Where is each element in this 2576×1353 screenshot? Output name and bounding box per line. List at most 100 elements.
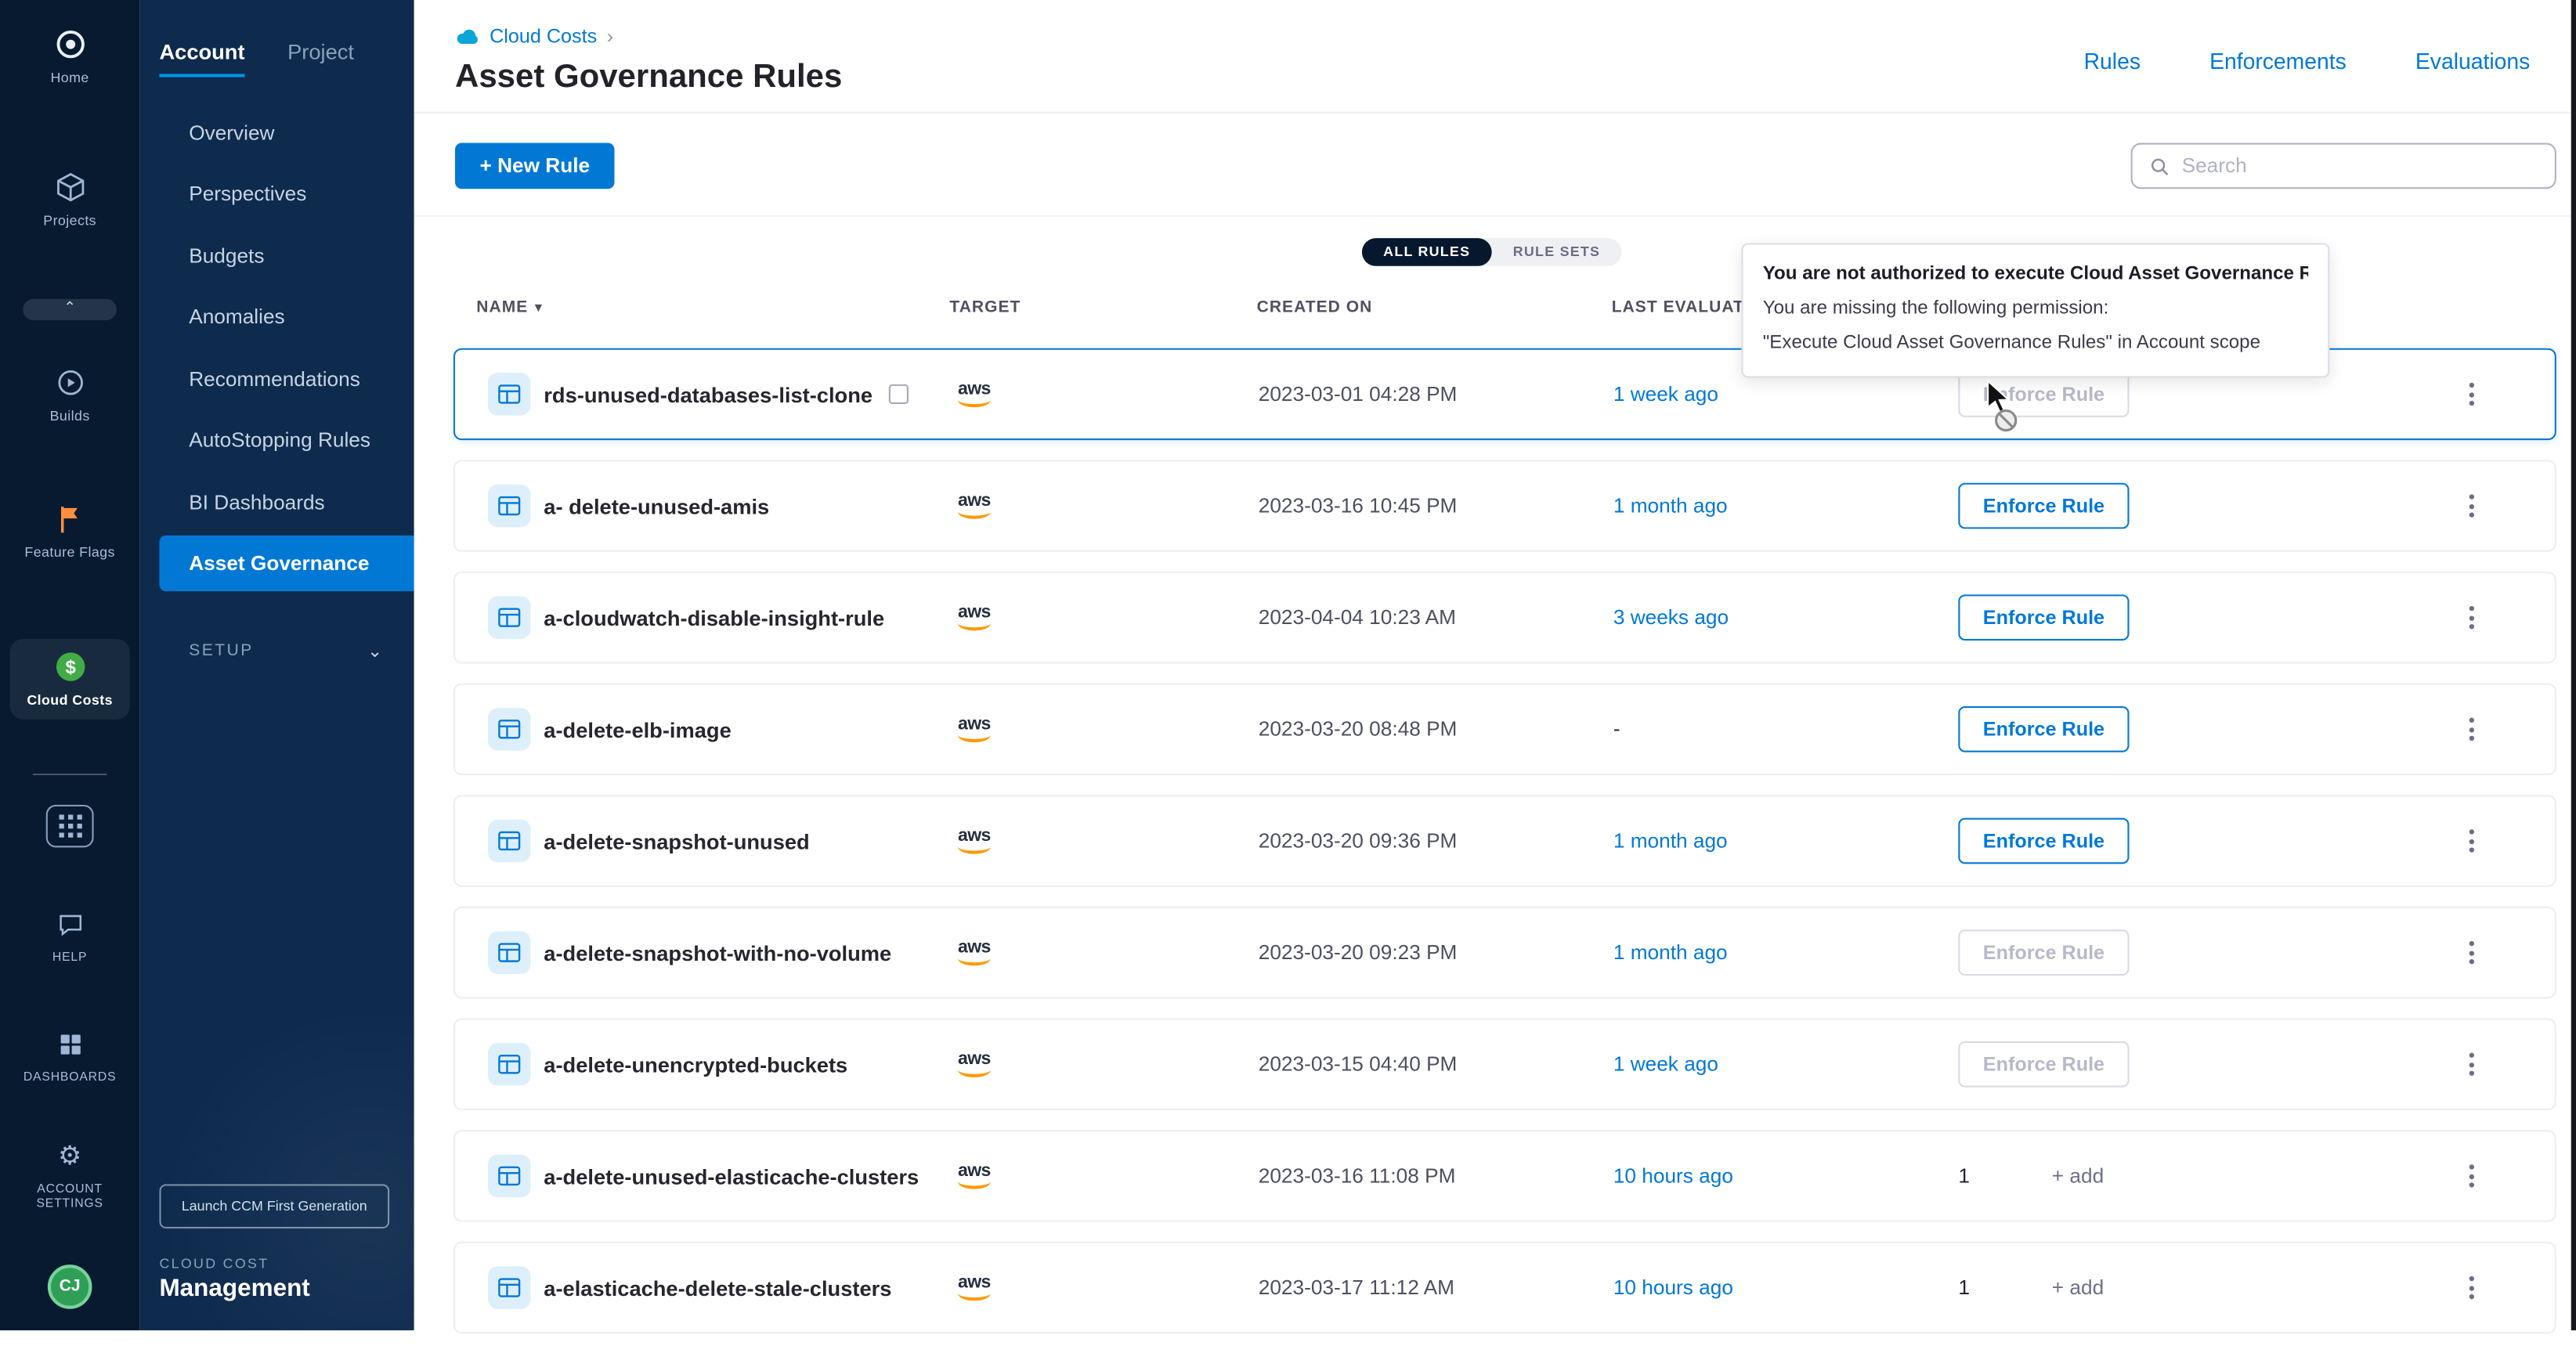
rule-name: a-delete-elb-image: [544, 717, 731, 741]
primary-sidebar: Home Projects ⌃ Builds Feature Flags $: [0, 0, 139, 1330]
sidebar-item-recommendations[interactable]: Recommendations: [139, 352, 414, 407]
aws-logo-icon: aws: [953, 1051, 996, 1077]
chevron-down-icon: ⌄: [367, 640, 385, 662]
rule-icon: [488, 1155, 531, 1198]
rule-icon: [488, 931, 531, 974]
header-nav-links: Rules Enforcements Evaluations: [2084, 49, 2531, 74]
sidebar-item-perspectives[interactable]: Perspectives: [139, 166, 414, 222]
sidebar-item-home[interactable]: Home: [0, 27, 139, 87]
launch-ccm-first-gen-button[interactable]: Launch CCM First Generation: [159, 1184, 389, 1229]
enforce-rule-button[interactable]: Enforce Rule: [1958, 1041, 2129, 1088]
created-on: 2023-03-15 04:40 PM: [1259, 1053, 1613, 1076]
tab-account[interactable]: Account: [159, 39, 244, 77]
kebab-menu[interactable]: [2402, 1164, 2555, 1187]
breadcrumb-cloud-costs-link[interactable]: Cloud Costs: [490, 24, 597, 47]
aws-logo-icon: aws: [953, 604, 996, 631]
last-evaluation: 1 month ago: [1613, 829, 1958, 852]
toggle-all-rules[interactable]: ALL RULES: [1362, 238, 1492, 266]
sidebar-item-feature-flags[interactable]: Feature Flags: [0, 501, 139, 561]
rule-icon: [488, 485, 531, 528]
breadcrumb: Cloud Costs ›: [455, 24, 613, 47]
kebab-menu[interactable]: [2402, 718, 2555, 741]
kebab-menu[interactable]: [2402, 606, 2555, 629]
main-content: Cloud Costs › Asset Governance Rules Rul…: [414, 0, 2576, 1330]
sidebar-item-builds[interactable]: Builds: [0, 365, 139, 425]
kebab-menu[interactable]: [2402, 1276, 2555, 1299]
enforce-rule-button[interactable]: Enforce Rule: [1958, 706, 2129, 752]
rules-rulesets-toggle: ALL RULES RULE SETS: [1362, 238, 1622, 266]
rule-name: a-delete-snapshot-unused: [544, 828, 809, 853]
copy-icon[interactable]: [889, 384, 909, 404]
table-row[interactable]: a-elasticache-delete-stale-clusters aws …: [453, 1242, 2556, 1333]
tooltip-line: "Execute Cloud Asset Governance Rules" i…: [1763, 327, 2308, 361]
table-row[interactable]: a-delete-unused-elasticache-clusters aws…: [453, 1130, 2556, 1221]
enforce-rule-button[interactable]: Enforce Rule: [1958, 594, 2129, 640]
sidebar-item-label: DASHBOARDS: [23, 1070, 117, 1085]
kebab-menu[interactable]: [2402, 829, 2555, 852]
collapse-modules-button[interactable]: ⌃: [23, 299, 117, 320]
last-evaluation: -: [1613, 718, 1958, 741]
builds-icon: [52, 365, 88, 401]
kebab-menu[interactable]: [2402, 941, 2555, 964]
sidebar-item-cloud-costs[interactable]: $ Cloud Costs: [10, 639, 130, 719]
page-title: Asset Governance Rules: [455, 60, 842, 97]
table-row[interactable]: a-delete-unencrypted-buckets aws 2023-03…: [453, 1019, 2556, 1110]
sidebar-item-bi-dashboards[interactable]: BI Dashboards: [139, 474, 414, 530]
header-divider: [414, 112, 2576, 114]
harness-logo-icon: [52, 27, 88, 63]
tooltip-line: You are not authorized to execute Cloud …: [1763, 258, 2308, 292]
search-input[interactable]: [2182, 154, 2538, 177]
tab-project[interactable]: Project: [287, 39, 354, 77]
aws-logo-icon: aws: [953, 1275, 996, 1301]
rule-icon: [488, 1043, 531, 1086]
flag-icon: [52, 501, 88, 537]
kebab-menu[interactable]: [2402, 1053, 2555, 1076]
last-evaluation: 1 week ago: [1613, 1053, 1958, 1076]
sidebar-item-overview[interactable]: Overview: [139, 105, 414, 161]
new-rule-button[interactable]: + New Rule: [455, 143, 615, 189]
kebab-menu[interactable]: [2402, 383, 2555, 406]
enforce-rule-button[interactable]: Enforce Rule: [1958, 818, 2129, 864]
sidebar-item-projects[interactable]: Projects: [0, 169, 139, 229]
sort-caret-icon: ▾: [535, 299, 544, 316]
rule-name: a-delete-snapshot-with-no-volume: [544, 940, 891, 965]
table-row[interactable]: a-cloudwatch-disable-insight-rule aws 20…: [453, 572, 2556, 663]
sidebar-item-asset-governance[interactable]: Asset Governance: [159, 536, 414, 591]
column-header-name[interactable]: NAME▾: [476, 299, 543, 317]
cube-icon: [52, 169, 88, 205]
created-on: 2023-03-17 11:12 AM: [1259, 1276, 1613, 1299]
rule-name: a-delete-unused-elasticache-clusters: [544, 1164, 919, 1188]
rule-name: rds-unused-databases-list-clone: [544, 382, 873, 406]
toggle-rule-sets[interactable]: RULE SETS: [1492, 238, 1622, 266]
sidebar-item-account-settings[interactable]: ⚙ ACCOUNT SETTINGS: [0, 1138, 139, 1212]
aws-logo-icon: aws: [953, 828, 996, 854]
sidebar-item-label: Cloud Costs: [27, 691, 113, 709]
last-evaluation: 1 month ago: [1613, 494, 1958, 517]
setup-section-toggle[interactable]: SETUP ⌄: [189, 640, 385, 662]
add-enforcement-link[interactable]: + add: [2052, 1164, 2104, 1187]
table-row[interactable]: a-delete-snapshot-with-no-volume aws 202…: [453, 907, 2556, 998]
sidebar-item-help[interactable]: HELP: [0, 907, 139, 965]
enforce-rule-button[interactable]: Enforce Rule: [1958, 483, 2129, 529]
kebab-menu[interactable]: [2402, 494, 2555, 517]
enforce-rule-button[interactable]: Enforce Rule: [1958, 371, 2129, 417]
brand-eyebrow: CLOUD COST: [159, 1255, 269, 1272]
table-row[interactable]: a-delete-snapshot-unused aws 2023-03-20 …: [453, 795, 2556, 886]
sidebar-item-autostopping-rules[interactable]: AutoStopping Rules: [139, 412, 414, 467]
add-enforcement-link[interactable]: + add: [2052, 1276, 2104, 1299]
aws-logo-icon: aws: [953, 492, 996, 519]
table-row[interactable]: a- delete-unused-amis aws 2023-03-16 10:…: [453, 460, 2556, 551]
aws-logo-icon: aws: [953, 940, 996, 966]
nav-link-rules[interactable]: Rules: [2084, 49, 2141, 74]
nav-link-evaluations[interactable]: Evaluations: [2415, 49, 2530, 74]
table-row[interactable]: a-delete-elb-image aws 2023-03-20 08:48 …: [453, 684, 2556, 775]
aws-logo-icon: aws: [953, 1163, 996, 1189]
nav-link-enforcements[interactable]: Enforcements: [2209, 49, 2347, 74]
rules-table: rds-unused-databases-list-clone aws 2023…: [453, 348, 2556, 1353]
sidebar-item-dashboards[interactable]: DASHBOARDS: [0, 1026, 139, 1084]
user-avatar[interactable]: CJ: [48, 1265, 92, 1309]
sidebar-item-budgets[interactable]: Budgets: [139, 229, 414, 284]
module-selector-button[interactable]: [46, 805, 94, 848]
enforce-rule-button[interactable]: Enforce Rule: [1958, 929, 2129, 976]
sidebar-item-anomalies[interactable]: Anomalies: [139, 289, 414, 345]
